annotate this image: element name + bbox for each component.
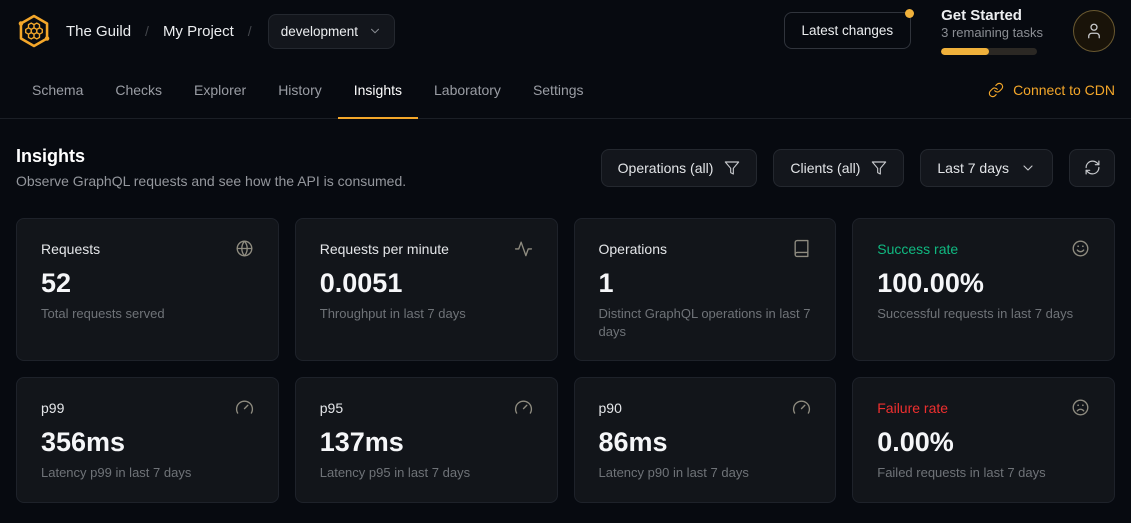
tab-history[interactable]: History: [262, 62, 338, 118]
nav-tabs: SchemaChecksExplorerHistoryInsightsLabor…: [16, 62, 600, 118]
stat-card: p90 86ms Latency p90 in last 7 days: [574, 377, 837, 503]
globe-icon: [235, 239, 254, 258]
stat-card: Success rate 100.00% Successful requests…: [852, 218, 1115, 361]
funnel-icon: [871, 160, 887, 176]
stat-card-title: Failure rate: [877, 400, 948, 416]
stat-card-title: p99: [41, 400, 64, 416]
refresh-button[interactable]: [1069, 149, 1115, 187]
refresh-icon: [1084, 159, 1101, 176]
stat-card-title: Success rate: [877, 241, 958, 257]
chevron-down-icon: [1020, 160, 1036, 176]
book-icon: [792, 239, 811, 258]
project-nav: SchemaChecksExplorerHistoryInsightsLabor…: [0, 62, 1131, 119]
page-subtitle: Observe GraphQL requests and see how the…: [16, 173, 406, 189]
stat-card-value: 137ms: [320, 427, 533, 458]
activity-icon: [514, 239, 533, 258]
breadcrumb: The Guild / My Project / development: [66, 14, 395, 49]
operations-filter-button[interactable]: Operations (all): [601, 149, 758, 187]
breadcrumb-separator: /: [248, 23, 252, 39]
tab-schema[interactable]: Schema: [16, 62, 99, 118]
stat-card: Failure rate 0.00% Failed requests in la…: [852, 377, 1115, 503]
stat-card-title: Requests: [41, 241, 100, 257]
get-started-subtitle: 3 remaining tasks: [941, 25, 1043, 42]
stat-card-value: 356ms: [41, 427, 254, 458]
smile-icon: [1071, 239, 1090, 258]
stat-card-description: Total requests served: [41, 305, 254, 323]
stat-card: p95 137ms Latency p95 in last 7 days: [295, 377, 558, 503]
target-selector[interactable]: development: [268, 14, 395, 49]
funnel-icon: [724, 160, 740, 176]
stat-card-title: Requests per minute: [320, 241, 449, 257]
stat-card-value: 100.00%: [877, 268, 1090, 299]
clients-filter-label: Clients (all): [790, 160, 860, 176]
connect-to-cdn-link[interactable]: Connect to CDN: [988, 82, 1115, 98]
stat-card-description: Failed requests in last 7 days: [877, 464, 1090, 482]
header-actions: Latest changes Get Started 3 remaining t…: [784, 7, 1115, 56]
stat-card-value: 1: [599, 268, 812, 299]
insights-page: Insights Observe GraphQL requests and se…: [0, 146, 1131, 503]
stat-card-title: p90: [599, 400, 622, 416]
period-select-label: Last 7 days: [937, 160, 1009, 176]
stat-card-description: Latency p95 in last 7 days: [320, 464, 533, 482]
get-started-widget[interactable]: Get Started 3 remaining tasks: [941, 7, 1043, 56]
tab-settings[interactable]: Settings: [517, 62, 600, 118]
tab-insights[interactable]: Insights: [338, 62, 418, 118]
stat-card: Operations 1 Distinct GraphQL operations…: [574, 218, 837, 361]
tab-checks[interactable]: Checks: [99, 62, 178, 118]
operations-filter-label: Operations (all): [618, 160, 714, 176]
gauge-icon: [514, 398, 533, 417]
link-icon: [988, 82, 1004, 98]
breadcrumb-org[interactable]: The Guild: [66, 23, 131, 40]
guild-logo-icon[interactable]: [16, 13, 52, 49]
stat-card-description: Distinct GraphQL operations in last 7 da…: [599, 305, 812, 340]
chevron-down-icon: [368, 24, 382, 38]
stat-card: Requests 52 Total requests served: [16, 218, 279, 361]
stat-card-value: 0.0051: [320, 268, 533, 299]
latest-changes-button[interactable]: Latest changes: [784, 12, 912, 49]
person-icon: [1085, 22, 1103, 40]
notification-dot: [905, 9, 914, 18]
breadcrumb-project[interactable]: My Project: [163, 23, 234, 40]
stat-card-value: 86ms: [599, 427, 812, 458]
frown-icon: [1071, 398, 1090, 417]
progress-fill: [941, 48, 989, 55]
stat-card-value: 52: [41, 268, 254, 299]
stat-card-description: Successful requests in last 7 days: [877, 305, 1090, 323]
get-started-progress-bar: [941, 48, 1037, 55]
stat-card: Requests per minute 0.0051 Throughput in…: [295, 218, 558, 361]
filters-toolbar: Operations (all) Clients (all) Last 7 da…: [601, 149, 1115, 187]
clients-filter-button[interactable]: Clients (all): [773, 149, 904, 187]
stat-card-description: Latency p99 in last 7 days: [41, 464, 254, 482]
stat-card-description: Throughput in last 7 days: [320, 305, 533, 323]
stats-grid: Requests 52 Total requests served Reques…: [16, 218, 1115, 503]
stat-card-title: p95: [320, 400, 343, 416]
page-title: Insights: [16, 146, 406, 167]
stat-card-title: Operations: [599, 241, 667, 257]
tab-explorer[interactable]: Explorer: [178, 62, 262, 118]
connect-to-cdn-label: Connect to CDN: [1013, 82, 1115, 98]
stat-card-value: 0.00%: [877, 427, 1090, 458]
top-header: The Guild / My Project / development Lat…: [0, 0, 1131, 62]
stat-card: p99 356ms Latency p99 in last 7 days: [16, 377, 279, 503]
target-selector-value: development: [281, 24, 358, 39]
period-select-button[interactable]: Last 7 days: [920, 149, 1053, 187]
stat-card-description: Latency p90 in last 7 days: [599, 464, 812, 482]
breadcrumb-separator: /: [145, 23, 149, 39]
latest-changes-label: Latest changes: [802, 23, 894, 38]
get-started-title: Get Started: [941, 7, 1043, 26]
user-avatar[interactable]: [1073, 10, 1115, 52]
section-title-block: Insights Observe GraphQL requests and se…: [16, 146, 406, 189]
gauge-icon: [235, 398, 254, 417]
section-header: Insights Observe GraphQL requests and se…: [16, 146, 1115, 189]
tab-laboratory[interactable]: Laboratory: [418, 62, 517, 118]
gauge-icon: [792, 398, 811, 417]
